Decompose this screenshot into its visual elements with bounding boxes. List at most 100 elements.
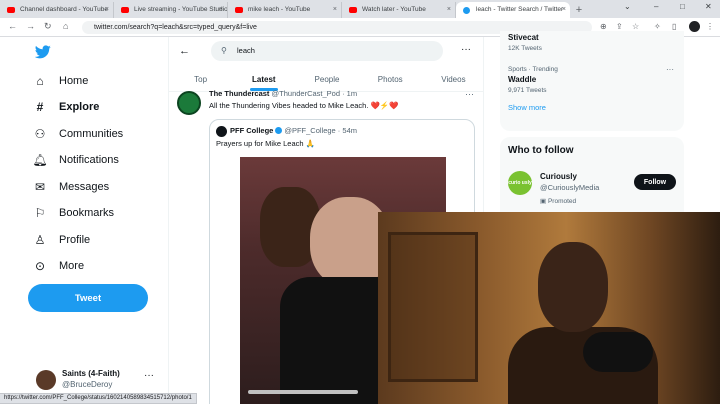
sidepanel-icon[interactable]: ▯ <box>672 22 676 31</box>
forward-icon[interactable]: → <box>26 21 35 31</box>
microphone <box>583 332 653 372</box>
trend-meta: 12K Tweets <box>508 45 542 52</box>
tab-latest[interactable]: Latest <box>232 70 295 91</box>
share-icon[interactable]: ⇪ <box>616 22 623 31</box>
tweet-more-icon[interactable]: ··· <box>465 89 474 99</box>
reload-icon[interactable]: ↻ <box>44 21 52 32</box>
who-to-follow-title: Who to follow <box>508 145 574 156</box>
extensions-icon[interactable]: ✧ <box>654 22 661 31</box>
sidebar-item-label: Communities <box>59 128 124 140</box>
search-query: leach <box>237 46 255 55</box>
back-arrow-icon[interactable]: ← <box>179 45 190 57</box>
sidebar-item-label: Profile <box>59 234 91 246</box>
home-page-icon[interactable]: ⌂ <box>63 21 68 31</box>
twitter-logo-icon[interactable] <box>35 45 51 59</box>
star-icon[interactable]: ☆ <box>632 22 639 31</box>
quoted-author-avatar <box>216 126 227 137</box>
more-dots-icon[interactable]: ··· <box>144 370 154 381</box>
trend-name[interactable]: Waddle <box>508 75 536 84</box>
sidebar-item-home[interactable]: ⌂ Home <box>33 74 88 88</box>
show-more-link[interactable]: Show more <box>508 103 546 112</box>
streamer <box>508 212 658 404</box>
youtube-icon <box>349 7 357 13</box>
avatar[interactable]: curio usly <box>508 171 532 195</box>
tweet-author-avatar[interactable] <box>177 91 201 115</box>
browser-tab[interactable]: Live streaming - YouTube Studio × <box>114 2 228 18</box>
sidebar-item-communities[interactable]: ⚇ Communities <box>33 127 124 141</box>
sidebar-item-explore[interactable]: # Explore <box>33 100 100 114</box>
browser-tab[interactable]: Channel dashboard - YouTube × <box>0 2 114 18</box>
suggested-name[interactable]: Curiously <box>540 172 577 181</box>
account-switcher[interactable]: Saints (4-Faith) @BruceDeroy ··· <box>36 368 166 392</box>
tab-photos[interactable]: Photos <box>359 70 422 91</box>
more-circle-icon: ⊙ <box>34 259 46 273</box>
sidebar-item-label: Notifications <box>59 154 119 166</box>
tab-title: Live streaming - YouTube Studio <box>134 6 228 13</box>
tweet-header: The Thundercast @ThunderCast_Pod · 1m <box>209 89 357 98</box>
link-status-bar: https://twitter.com/PFF_College/status/1… <box>0 393 197 404</box>
sidebar-item-messages[interactable]: ✉ Messages <box>33 180 109 194</box>
tab-videos[interactable]: Videos <box>422 70 483 91</box>
background-shelf <box>388 232 478 382</box>
profile-avatar[interactable] <box>689 21 700 32</box>
back-icon[interactable]: ← <box>8 21 17 31</box>
trend-more-icon[interactable]: ··· <box>666 65 674 74</box>
browser-tab[interactable]: mike leach - YouTube × <box>228 2 342 18</box>
horizontal-scrollbar[interactable] <box>248 390 358 394</box>
close-icon[interactable]: × <box>333 2 337 18</box>
account-name: Saints (4-Faith) <box>62 369 120 378</box>
bell-icon: 🔔︎ <box>32 153 48 167</box>
envelope-icon: ✉ <box>34 180 46 194</box>
tab-title: Channel dashboard - YouTube <box>20 6 108 13</box>
tweet-button[interactable]: Tweet <box>28 284 148 312</box>
hashtag-icon: # <box>36 100 44 114</box>
verified-badge-icon <box>275 127 283 134</box>
search-input[interactable]: ⚲ leach <box>211 41 443 61</box>
home-icon: ⌂ <box>36 74 44 88</box>
tab-title: Watch later - YouTube <box>362 6 426 13</box>
minimize-icon[interactable]: – <box>654 2 658 11</box>
sidebar-item-label: More <box>59 260 85 272</box>
sidebar: ⌂ Home # Explore ⚇ Communities 🔔︎ Notifi… <box>0 37 168 404</box>
quoted-meta: @PFF_College · 54m <box>284 126 357 135</box>
chevron-down-icon[interactable]: ⌄ <box>624 2 631 11</box>
sidebar-item-bookmarks[interactable]: ⚐ Bookmarks <box>33 206 114 220</box>
tab-title: mike leach - YouTube <box>248 6 311 13</box>
browser-tab[interactable]: Watch later - YouTube × <box>342 2 456 18</box>
avatar <box>36 370 56 390</box>
trends-panel: Stivecat 12K Tweets Sports · Trending ··… <box>500 31 684 131</box>
sidebar-item-label: Explore <box>59 101 100 113</box>
streamer-head <box>538 242 608 332</box>
account-handle: @BruceDeroy <box>62 380 113 389</box>
follow-button[interactable]: Follow <box>634 174 676 190</box>
search-settings-icon[interactable]: ··· <box>461 44 471 55</box>
close-icon[interactable]: × <box>105 2 109 18</box>
close-icon[interactable]: × <box>562 2 566 18</box>
sidebar-item-notifications[interactable]: 🔔︎ Notifications <box>32 153 119 167</box>
tab-people[interactable]: People <box>295 70 358 91</box>
browser-tab-active[interactable]: leach - Twitter Search / Twitter × <box>456 2 570 18</box>
close-icon[interactable]: × <box>219 2 223 18</box>
new-tab-button[interactable]: + <box>570 2 588 18</box>
bookmark-icon: ⚐ <box>34 206 46 220</box>
close-icon[interactable]: × <box>447 2 451 18</box>
maximize-icon[interactable]: □ <box>680 2 685 11</box>
install-icon[interactable]: ⊕ <box>600 22 607 31</box>
tweet-author[interactable]: The Thundercast <box>209 89 269 98</box>
promoted-text: Promoted <box>547 198 577 205</box>
search-icon: ⚲ <box>221 46 227 55</box>
tab-top[interactable]: Top <box>169 70 232 91</box>
quoted-author: PFF College <box>230 126 274 135</box>
sidebar-item-profile[interactable]: ♙ Profile <box>33 233 91 247</box>
browser-tab-bar: Channel dashboard - YouTube × Live strea… <box>0 0 720 18</box>
trend-name[interactable]: Stivecat <box>508 33 539 42</box>
youtube-icon <box>235 7 243 13</box>
close-window-icon[interactable]: ✕ <box>705 2 712 11</box>
webcam-overlay <box>378 212 720 404</box>
tweet-text: All the Thundering Vibes headed to Mike … <box>209 101 399 110</box>
menu-dots-icon[interactable]: ⋮ <box>706 22 714 31</box>
trend-meta: 9,971 Tweets <box>508 87 547 94</box>
sidebar-item-label: Messages <box>59 181 110 193</box>
quoted-tweet-text: Prayers up for Mike Leach 🙏 <box>216 139 315 148</box>
sidebar-item-more[interactable]: ⊙ More <box>33 259 84 273</box>
